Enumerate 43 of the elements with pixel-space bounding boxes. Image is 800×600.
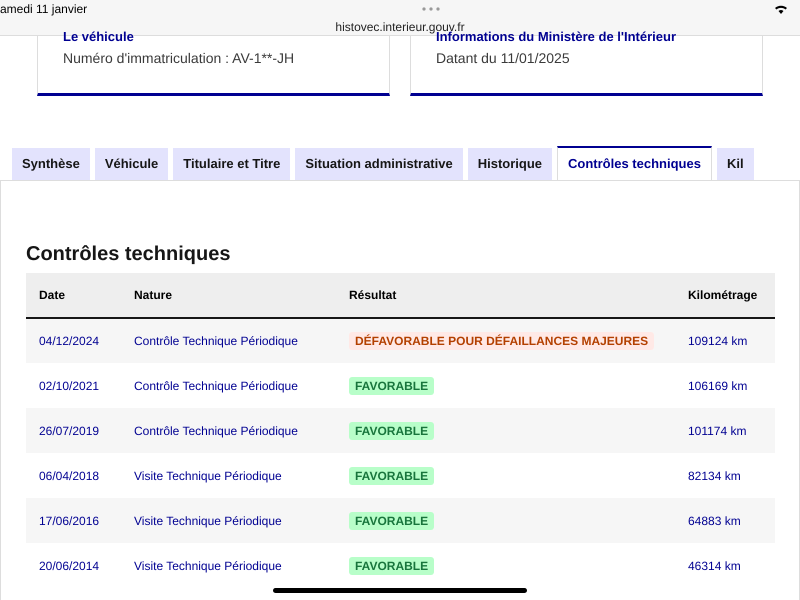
tab[interactable]: Synthèse — [12, 148, 90, 180]
nature-cell: Contrôle Technique Périodique — [121, 318, 336, 363]
result-badge: FAVORABLE — [349, 512, 434, 530]
mileage-cell: 109124 km — [675, 318, 775, 363]
column-header: Nature — [121, 273, 336, 318]
nature-cell: Visite Technique Périodique — [121, 498, 336, 543]
result-badge: FAVORABLE — [349, 422, 434, 440]
column-header: Résultat — [336, 273, 675, 318]
tab[interactable]: Historique — [468, 148, 552, 180]
date-cell: 17/06/2016 — [26, 498, 121, 543]
nature-cell: Contrôle Technique Périodique — [121, 408, 336, 453]
nature-cell: Contrôle Technique Périodique — [121, 363, 336, 408]
date-cell: 26/07/2019 — [26, 408, 121, 453]
card-text: Datant du 11/01/2025 — [436, 49, 571, 68]
tab[interactable]: Contrôles techniques — [557, 146, 712, 180]
tab[interactable]: Véhicule — [94, 148, 168, 180]
tab[interactable]: Kil — [716, 148, 754, 180]
date-cell: 04/12/2024 — [26, 318, 121, 363]
more-icon[interactable] — [422, 7, 440, 11]
mileage-cell: 101174 km — [675, 408, 775, 453]
date-cell: 02/10/2021 — [26, 363, 121, 408]
card-title: Le véhicule — [63, 30, 135, 44]
card-title: Informations du Ministère de l'Intérieur — [436, 30, 678, 44]
result-badge: FAVORABLE — [349, 556, 434, 574]
date-cell: 20/06/2014 — [26, 543, 121, 588]
wifi-icon — [774, 4, 788, 14]
mileage-cell: 82134 km — [675, 453, 775, 498]
mileage-cell: 64883 km — [675, 498, 775, 543]
nature-cell: Visite Technique Périodique — [121, 453, 336, 498]
result-badge: FAVORABLE — [349, 466, 434, 484]
column-header: Kilométrage — [675, 273, 775, 318]
result-badge: DÉFAVORABLE POUR DÉFAILLANCES MAJEURES — [349, 332, 654, 350]
date-cell: 06/04/2018 — [26, 453, 121, 498]
nature-cell: Visite Technique Périodique — [121, 543, 336, 588]
tab[interactable]: Situation administrative — [295, 148, 463, 180]
tab[interactable]: Titulaire et Titre — [173, 148, 290, 180]
section-title: Contrôles techniques — [26, 242, 232, 267]
mileage-cell: 106169 km — [675, 363, 775, 408]
mileage-cell: 46314 km — [675, 543, 775, 588]
status-date: amedi 11 janvier — [0, 1, 88, 18]
card-text: Numéro d'immatriculation : AV-1**-JH — [63, 49, 296, 68]
column-header: Date — [26, 273, 121, 318]
result-badge: FAVORABLE — [349, 376, 434, 394]
